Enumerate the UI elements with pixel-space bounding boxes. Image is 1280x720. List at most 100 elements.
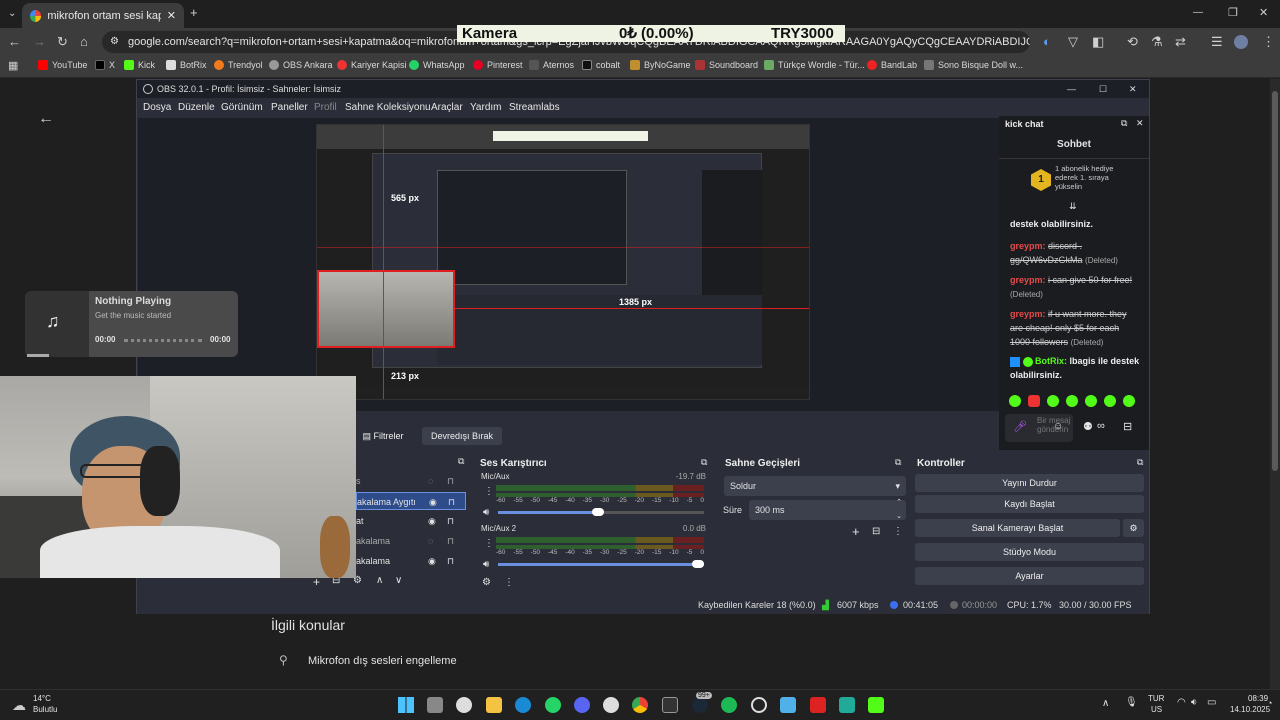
stepper-icon[interactable]: ⌃ ⌄ <box>896 496 902 524</box>
start-button[interactable] <box>398 697 414 713</box>
emote-icon-1[interactable] <box>1009 395 1021 407</box>
emote-icon-5[interactable] <box>1085 395 1097 407</box>
extension-icon-2[interactable]: ▽ <box>1068 35 1078 49</box>
menu-yardim[interactable]: Yardım <box>470 102 502 113</box>
sources-undock-icon[interactable]: ⧉ <box>458 456 464 467</box>
battery-icon[interactable]: ▭ <box>1207 697 1216 708</box>
deactivate-button[interactable]: Devredışı Bırak <box>422 427 502 445</box>
bookmark-aternos[interactable]: Aternos <box>529 60 574 70</box>
obs-maximize-icon[interactable]: ☐ <box>1099 80 1107 98</box>
emote-icon-3[interactable] <box>1047 395 1059 407</box>
bookmark-obs-ankara[interactable]: OBS Ankara <box>269 60 333 70</box>
page-scrollbar[interactable] <box>1270 79 1280 689</box>
wifi-icon[interactable]: ◠ <box>1177 697 1186 708</box>
studio-mode-button[interactable]: Stüdyo Modu <box>915 543 1144 561</box>
task-view-icon[interactable] <box>427 697 443 713</box>
track-1-menu-icon[interactable]: ⋮ <box>484 486 494 497</box>
back-icon[interactable]: ← <box>8 35 21 49</box>
mixer-advanced-icon[interactable]: ⚙ <box>482 577 491 588</box>
track-2-volume-slider[interactable] <box>498 560 704 568</box>
lock-icon[interactable]: ⊓ <box>447 552 454 570</box>
chat-undock-icon[interactable]: ⧉ <box>1121 118 1127 129</box>
reading-list-icon[interactable]: ☰ <box>1211 35 1223 49</box>
duration-input[interactable]: 300 ms ⌃ ⌄ <box>749 499 906 520</box>
bookmark-wordle[interactable]: Türkçe Wordle - Tür... <box>764 60 865 70</box>
obs-close-icon[interactable]: ✕ <box>1129 80 1137 98</box>
file-explorer-icon[interactable] <box>486 697 502 713</box>
track-1-volume-slider[interactable] <box>498 508 704 516</box>
terminal-icon[interactable] <box>662 697 678 713</box>
bookmark-bandlab[interactable]: BandLab <box>867 60 917 70</box>
source-item-5[interactable]: akalama ◉ ⊓ <box>356 552 466 570</box>
extensions-puzzle-icon[interactable]: ◧ <box>1092 35 1104 49</box>
menu-paneller[interactable]: Paneller <box>271 102 308 113</box>
menu-dosya[interactable]: Dosya <box>143 102 171 113</box>
emote-icon-2[interactable] <box>1028 395 1040 407</box>
track-2-speaker-icon[interactable]: 🔊︎ <box>483 559 489 570</box>
emote-icon-7[interactable] <box>1123 395 1135 407</box>
minimize-icon[interactable]: — <box>1193 6 1203 20</box>
emote-icon-4[interactable] <box>1066 395 1078 407</box>
transition-select[interactable]: Soldur ▾ <box>724 476 906 496</box>
home-icon[interactable]: ⌂ <box>80 35 88 49</box>
apps-grid-icon[interactable]: ▦ <box>8 59 18 73</box>
restore-icon[interactable]: ❐ <box>1228 6 1238 20</box>
bookmark-trendyol[interactable]: Trendyol <box>214 60 263 70</box>
bookmark-soundboard[interactable]: Soundboard <box>695 60 758 70</box>
bookmark-whatsapp[interactable]: WhatsApp <box>409 60 465 70</box>
virtual-camera-settings-button[interactable]: ⚙ <box>1123 519 1144 537</box>
track-1-speaker-icon[interactable]: 🔊︎ <box>483 507 489 518</box>
new-tab-icon[interactable]: + <box>190 6 198 20</box>
discord-icon[interactable] <box>574 697 590 713</box>
source-item-1[interactable]: s ◌ ⊓ <box>356 472 466 490</box>
move-up-icon[interactable]: ∧ <box>376 575 383 586</box>
close-tab-icon[interactable]: ✕ <box>167 9 176 22</box>
reload-icon[interactable]: ↻ <box>57 35 68 49</box>
reply-icon[interactable]: ⚉ <box>1083 420 1093 433</box>
transition-menu-icon[interactable]: ⋮ <box>893 526 903 537</box>
tab-list-icon[interactable]: ⌄ <box>8 7 16 21</box>
bookmark-cobalt[interactable]: cobalt <box>582 60 620 70</box>
steam-icon[interactable] <box>692 697 708 713</box>
clock-date[interactable]: 14.10.2025 <box>1230 705 1270 714</box>
mic-tray-icon[interactable]: 🎙︎ <box>1125 697 1138 708</box>
bookmark-youtube[interactable]: YouTube <box>38 60 87 70</box>
chat-close-icon[interactable]: ✕ <box>1136 118 1144 129</box>
mixer-menu-icon[interactable]: ⋮ <box>504 577 514 588</box>
browser-tab[interactable]: mikrofon ortam sesi kapatma - ✕ <box>22 3 184 28</box>
extension-icon-3[interactable]: ⚗ <box>1151 35 1163 49</box>
lang-1[interactable]: TUR <box>1148 694 1164 703</box>
source-item-4[interactable]: akalama ◌ ⊓ <box>356 532 466 550</box>
menu-duzenle[interactable]: Düzenle <box>178 102 215 113</box>
stop-stream-button[interactable]: Yayını Durdur <box>915 474 1144 492</box>
profile-avatar[interactable] <box>1234 35 1248 49</box>
mic-icon[interactable]: 🎤︎ <box>1013 420 1027 433</box>
gift-icon[interactable]: ⊟ <box>1123 420 1132 433</box>
move-down-icon[interactable]: ∨ <box>395 575 402 586</box>
kick-taskbar-icon[interactable] <box>868 697 884 713</box>
lock-icon[interactable]: ⊓ <box>447 532 454 550</box>
source-item-2[interactable]: akalama Aygıtı ◉ ⊓ <box>356 492 466 510</box>
bookmark-botrix[interactable]: BotRix <box>166 60 207 70</box>
clock-time[interactable]: 08:39 <box>1248 694 1268 703</box>
visibility-icon[interactable]: ◌ <box>428 472 433 490</box>
source-item-3[interactable]: at ◉ ⊓ <box>356 512 466 530</box>
bookmark-pinterest[interactable]: Pinterest <box>473 60 523 70</box>
settings-button[interactable]: Ayarlar <box>915 567 1144 585</box>
bookmark-kick[interactable]: Kick <box>124 60 155 70</box>
history-icon[interactable]: ⟲ <box>1127 35 1138 49</box>
menu-dots-icon[interactable]: ⋮ <box>1262 35 1275 49</box>
lock-icon[interactable]: ⊓ <box>447 472 454 490</box>
related-item[interactable]: Mikrofon dış sesleri engelleme <box>308 655 457 667</box>
obs-minimize-icon[interactable]: — <box>1067 80 1076 98</box>
close-window-icon[interactable]: ✕ <box>1259 6 1268 20</box>
lock-icon[interactable]: ⊓ <box>448 493 455 511</box>
menu-sahne-koleksiyonu[interactable]: Sahne Koleksiyonu <box>345 102 431 113</box>
forward-icon[interactable]: → <box>33 35 46 49</box>
visibility-icon[interactable]: ◌ <box>428 532 433 550</box>
edge-icon[interactable] <box>515 697 531 713</box>
app-icon-green[interactable] <box>839 697 855 713</box>
tray-expand-icon[interactable]: ∧ <box>1102 698 1109 709</box>
remove-transition-icon[interactable]: ⊟ <box>872 526 880 537</box>
bookmark-sono[interactable]: Sono Bisque Doll w... <box>924 60 1023 70</box>
